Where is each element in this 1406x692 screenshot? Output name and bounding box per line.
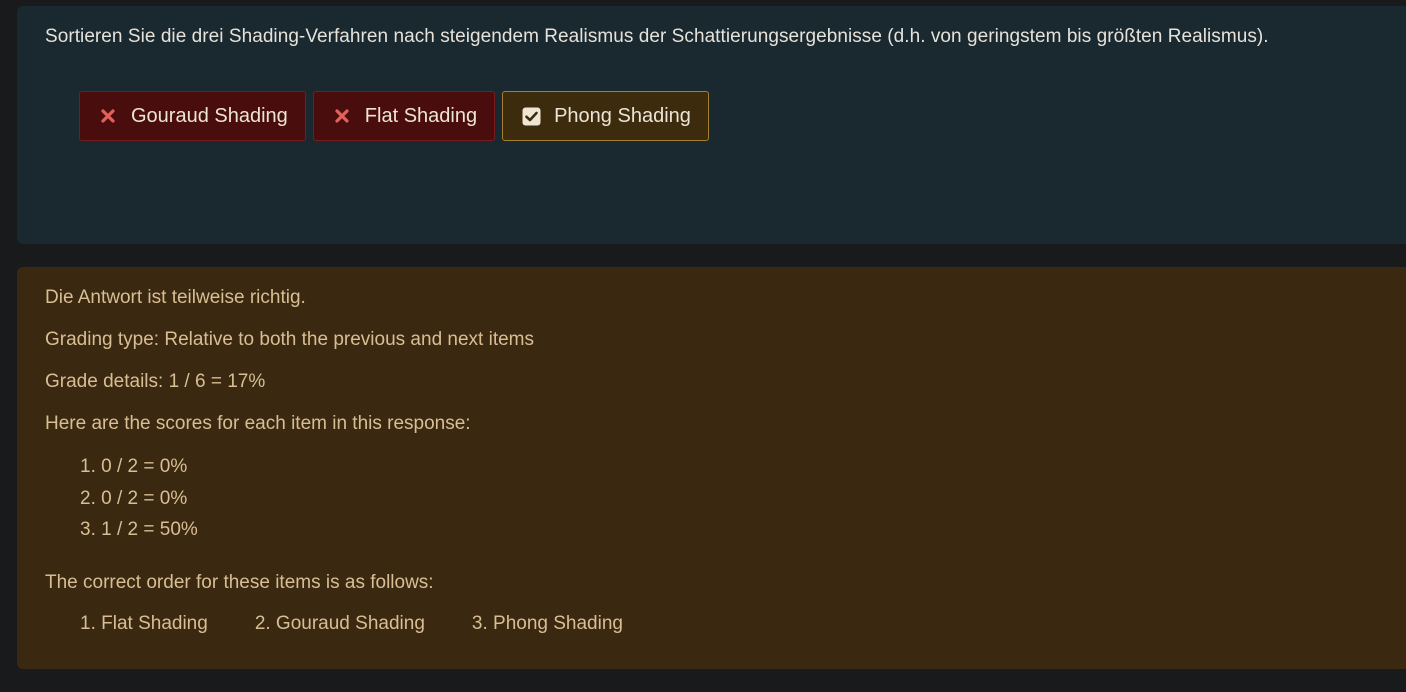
feedback-status: Die Antwort ist teilweise richtig. bbox=[45, 287, 306, 308]
answer-item-label: Gouraud Shading bbox=[131, 104, 288, 127]
scores-list: 1. 0 / 2 = 0% 2. 0 / 2 = 0% 3. 1 / 2 = 5… bbox=[80, 454, 198, 549]
order-intro: The correct order for these items is as … bbox=[45, 572, 434, 593]
answer-item-label: Phong Shading bbox=[554, 104, 691, 127]
correct-order-list: 1. Flat Shading 2. Gouraud Shading 3. Ph… bbox=[80, 613, 623, 635]
correct-order-item: 1. Flat Shading bbox=[80, 613, 208, 634]
correct-order-item: 2. Gouraud Shading bbox=[254, 613, 425, 634]
answer-items: Gouraud Shading Flat Shading Phong Shadi… bbox=[79, 91, 709, 141]
question-panel: Sortieren Sie die drei Shading-Verfahren… bbox=[17, 6, 1406, 244]
correct-order-item: 3. Phong Shading bbox=[471, 613, 623, 634]
check-square-icon bbox=[521, 106, 541, 126]
score-item: 2. 0 / 2 = 0% bbox=[80, 487, 188, 509]
scores-intro: Here are the scores for each item in thi… bbox=[45, 413, 471, 434]
grade-details: Grade details: 1 / 6 = 17% bbox=[45, 371, 266, 392]
answer-item-1[interactable]: Gouraud Shading bbox=[79, 91, 306, 141]
answer-item-2[interactable]: Flat Shading bbox=[312, 91, 496, 141]
score-item: 1. 0 / 2 = 0% bbox=[80, 456, 188, 477]
score-item: 3. 1 / 2 = 50% bbox=[80, 519, 198, 540]
x-mark-icon bbox=[332, 106, 352, 126]
feedback-panel: Die Antwort ist teilweise richtig. Gradi… bbox=[17, 267, 1406, 669]
answer-item-label: Flat Shading bbox=[364, 104, 478, 127]
question-text: Sortieren Sie die drei Shading-Verfahren… bbox=[45, 26, 1269, 47]
x-mark-icon bbox=[98, 106, 118, 126]
answer-item-3[interactable]: Phong Shading bbox=[502, 91, 709, 141]
grading-type: Grading type: Relative to both the previ… bbox=[45, 329, 534, 350]
